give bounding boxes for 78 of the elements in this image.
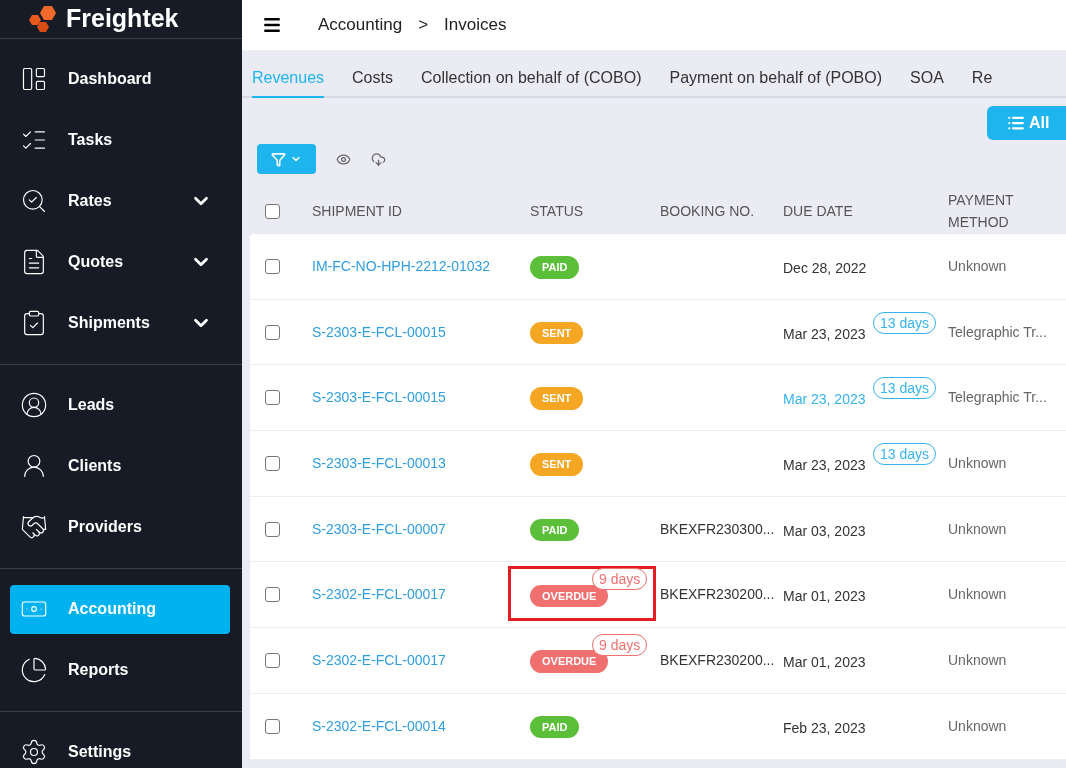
- breadcrumb-item[interactable]: Accounting: [318, 12, 403, 38]
- due-date: Mar 23, 2023: [783, 390, 866, 410]
- status-pill: SENT: [530, 387, 584, 410]
- tab[interactable]: SOA: [910, 66, 944, 98]
- user-circle-icon: [20, 391, 48, 419]
- due-date: Mar 23, 2023: [783, 324, 866, 344]
- due-date: Dec 28, 2022: [783, 258, 867, 278]
- status-pill: PAID: [530, 715, 580, 739]
- panels-icon: [20, 65, 48, 93]
- sidebar-item[interactable]: Quotes: [10, 237, 230, 287]
- checkbox[interactable]: [265, 203, 280, 219]
- days-badge: 9 days: [592, 568, 648, 591]
- table-cell-text: Telegraphic Tr...: [948, 388, 1047, 408]
- pie-chart-icon: [20, 656, 48, 684]
- days-badge: 13 days: [873, 311, 937, 334]
- due-date: Mar 01, 2023: [783, 652, 866, 672]
- column-header: PAYMENT METHOD: [948, 191, 1015, 232]
- table-cell-text: Unknown: [948, 650, 1007, 670]
- brand-name: Freightek: [66, 3, 179, 34]
- checkbox[interactable]: [265, 718, 280, 734]
- sidebar-item[interactable]: Leads: [10, 380, 230, 430]
- filter-button[interactable]: [257, 144, 316, 174]
- column-header: BOOKING NO.: [660, 202, 756, 221]
- table-cell-text: Unknown: [948, 453, 1007, 473]
- cloud-download-icon[interactable]: [371, 151, 386, 167]
- column-header: STATUS: [530, 202, 585, 221]
- checkbox[interactable]: [265, 455, 280, 471]
- checkbox[interactable]: [265, 258, 280, 274]
- sidebar-item[interactable]: Rates: [10, 176, 230, 226]
- days-badge: 9 days: [592, 634, 648, 657]
- sidebar-item[interactable]: Tasks: [10, 115, 230, 165]
- breadcrumb-separator: >: [418, 14, 429, 37]
- table-cell-text: BKEXFR230300...: [660, 519, 776, 539]
- status-pill: OVERDUE: [530, 584, 609, 608]
- settings-icon: [20, 738, 48, 766]
- sidebar-item[interactable]: Settings: [10, 727, 230, 768]
- handshake-icon: [20, 513, 48, 541]
- status-pill: PAID: [530, 518, 580, 542]
- magnifier-icon: [20, 187, 48, 215]
- status-pill: PAID: [530, 256, 580, 279]
- tab[interactable]: Collection on behalf of (COBO): [420, 66, 642, 98]
- table-cell-text: Unknown: [948, 585, 1007, 605]
- filter-icon: [271, 151, 286, 167]
- table-cell-text: Unknown: [948, 716, 1007, 736]
- menu-icon[interactable]: [262, 15, 282, 35]
- eye-icon[interactable]: [336, 151, 351, 167]
- sidebar-item[interactable]: Clients: [10, 441, 230, 491]
- table-cell-text: BKEXFR230200...: [660, 650, 776, 670]
- due-date: Mar 03, 2023: [783, 521, 866, 541]
- days-badge: 13 days: [873, 377, 937, 400]
- table-cell-text: Unknown: [948, 519, 1007, 539]
- table-cell-text: BKEXFR230200...: [660, 585, 776, 605]
- checkbox[interactable]: [265, 324, 280, 340]
- tab[interactable]: Costs: [352, 66, 393, 98]
- breadcrumb-item[interactable]: Invoices: [444, 12, 507, 38]
- checkbox[interactable]: [265, 652, 280, 668]
- sidebar-item[interactable]: Dashboard: [10, 54, 230, 104]
- sidebar-item[interactable]: Providers: [10, 502, 230, 552]
- list-icon: [1007, 114, 1025, 132]
- sidebar-item[interactable]: Shipments: [10, 298, 230, 348]
- status-pill: OVERDUE: [530, 650, 609, 673]
- days-badge: 13 days: [873, 443, 937, 466]
- checkbox[interactable]: [265, 587, 280, 603]
- due-date: Mar 23, 2023: [783, 455, 866, 475]
- checkbox[interactable]: [265, 521, 280, 537]
- column-header: DUE DATE: [783, 202, 854, 221]
- table-cell-text: Telegraphic Tr...: [948, 322, 1047, 342]
- due-date: Feb 23, 2023: [783, 718, 866, 738]
- status-pill: SENT: [530, 453, 584, 476]
- sidebar-item[interactable]: Reports: [10, 645, 230, 695]
- column-header: SHIPMENT ID: [312, 202, 403, 221]
- status-pill: SENT: [530, 321, 584, 345]
- tab[interactable]: Re: [971, 66, 993, 98]
- tab[interactable]: Payment on behalf of (POBO): [669, 66, 883, 98]
- table-cell-text: Unknown: [948, 256, 1007, 276]
- checkbox[interactable]: [265, 390, 280, 406]
- due-date: Mar 01, 2023: [783, 587, 866, 607]
- logo-icon: [26, 3, 58, 34]
